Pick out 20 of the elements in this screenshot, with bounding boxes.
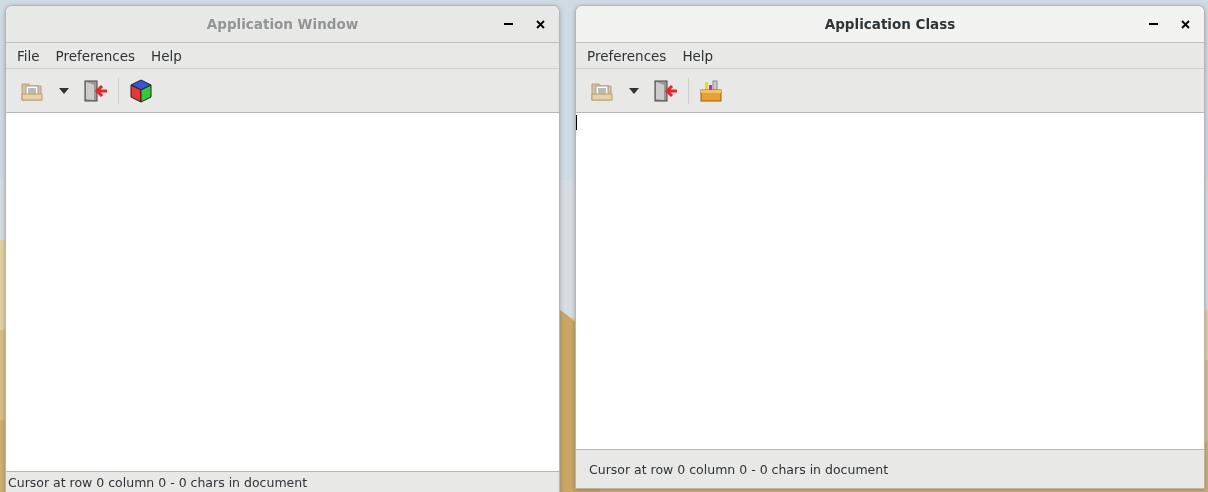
minimize-icon[interactable] [503,23,513,25]
menu-item[interactable]: Help [674,47,722,64]
cube-icon[interactable] [129,78,153,103]
menu-item[interactable]: Help [143,47,190,64]
exit-icon[interactable] [84,79,108,102]
menu-item[interactable]: File [9,47,48,64]
exit-icon[interactable] [654,79,678,102]
text-cursor [576,115,577,130]
status-text: Cursor at row 0 column 0 - 0 chars in document [8,474,308,490]
minimize-icon[interactable] [1148,23,1158,25]
caret-icon[interactable] [629,87,639,94]
menu-item[interactable]: Preferences [579,47,675,64]
close-icon[interactable] [1180,19,1190,29]
caret-icon[interactable] [59,87,69,94]
menu-item[interactable]: Preferences [47,47,143,64]
window-title: Application Class [824,16,956,32]
window-title: Application Window [206,16,359,32]
close-icon[interactable] [535,19,545,29]
status-text: Cursor at row 0 column 0 - 0 chars in document [589,461,889,477]
toolbox-icon[interactable] [700,79,722,102]
